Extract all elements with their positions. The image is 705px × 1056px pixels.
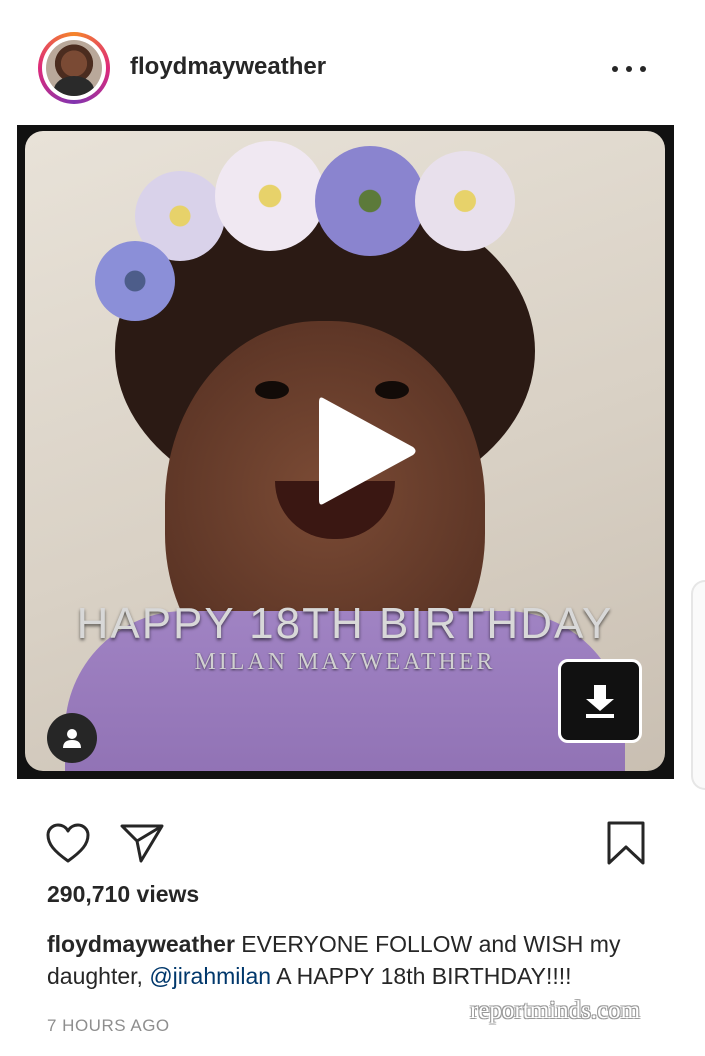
- flower-crown-flower: [315, 146, 425, 256]
- avatar-border: [42, 36, 106, 100]
- post-video[interactable]: HAPPY 18TH BIRTHDAY MILAN MAYWEATHER: [17, 125, 674, 779]
- flower-crown-flower: [95, 241, 175, 321]
- user-tag-icon[interactable]: [47, 713, 97, 763]
- post-username[interactable]: floydmayweather: [130, 53, 326, 81]
- flower-crown-flower: [415, 151, 515, 251]
- video-overlay-title: HAPPY 18TH BIRTHDAY: [76, 599, 614, 648]
- caption-username[interactable]: floydmayweather: [47, 931, 235, 957]
- caption-text-end: A HAPPY 18th BIRTHDAY!!!!: [271, 963, 572, 989]
- play-icon[interactable]: [305, 386, 425, 516]
- download-button[interactable]: [558, 659, 642, 743]
- avatar[interactable]: [38, 32, 110, 104]
- video-eye-left: [255, 381, 289, 399]
- flower-crown-flower: [215, 141, 325, 251]
- avatar-photo: [46, 40, 102, 96]
- caption-mention-link[interactable]: @jirahmilan: [149, 963, 271, 989]
- heart-icon[interactable]: [45, 822, 91, 864]
- post-header: floydmayweather: [0, 0, 705, 125]
- side-panel-handle[interactable]: [691, 580, 705, 790]
- bookmark-icon[interactable]: [605, 820, 647, 866]
- watermark: reportminds.com: [470, 997, 641, 1024]
- post-caption: floydmayweather EVERYONE FOLLOW and WISH…: [47, 928, 667, 992]
- download-icon: [586, 685, 614, 718]
- video-frame: HAPPY 18TH BIRTHDAY MILAN MAYWEATHER: [25, 131, 665, 771]
- post-timestamp: 7 HOURS AGO: [47, 1016, 170, 1035]
- paper-plane-icon[interactable]: [119, 822, 165, 864]
- view-count[interactable]: 290,710 views: [47, 881, 199, 908]
- more-horizontal-icon[interactable]: [612, 58, 646, 80]
